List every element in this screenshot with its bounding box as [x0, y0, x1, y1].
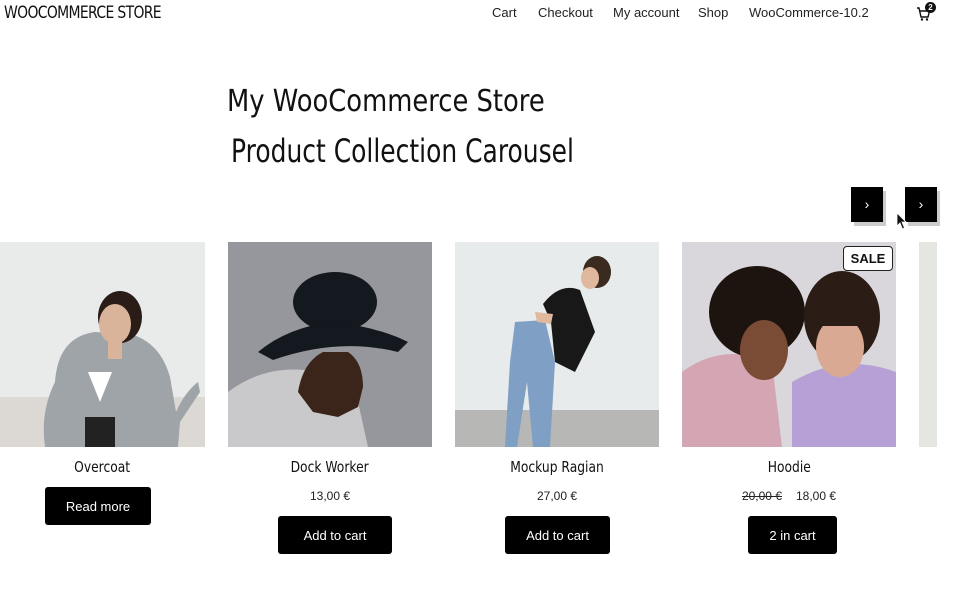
product-title[interactable]: Hoodie — [682, 458, 896, 476]
mini-cart-button[interactable]: 2 — [916, 2, 938, 22]
product-title[interactable]: Mockup Ragian — [455, 458, 659, 476]
nav-woocommerce-version[interactable]: WooCommerce-10.2 — [749, 5, 869, 20]
carousel-prev-button[interactable]: › — [851, 187, 883, 222]
sale-badge: SALE — [843, 246, 893, 271]
product-image-hoodie[interactable] — [682, 242, 896, 447]
nav-checkout[interactable]: Checkout — [538, 5, 593, 20]
product-title[interactable]: Dock Worker — [228, 458, 432, 476]
cart-count-badge: 2 — [925, 2, 936, 13]
nav-shop[interactable]: Shop — [698, 5, 728, 20]
carousel-next-button[interactable]: › — [905, 187, 937, 222]
product-price: 20,00 € 18,00 € — [682, 489, 896, 503]
product-title[interactable]: Overcoat — [0, 458, 205, 476]
product-card-overcoat: Overcoat Read more — [0, 242, 205, 572]
product-price: 27,00 € — [536, 489, 578, 503]
product-card-hoodie: Hoodie 20,00 € 18,00 € 2 in cart — [682, 242, 896, 572]
section-heading: Product Collection Carousel — [231, 132, 574, 170]
primary-nav: Cart Checkout My account Shop WooCommerc… — [0, 5, 958, 23]
product-image-mockup-ragian[interactable] — [455, 242, 659, 447]
product-price: 13,00 € — [309, 489, 351, 503]
mouse-cursor-icon — [896, 212, 907, 230]
product-image-dock-worker[interactable] — [228, 242, 432, 447]
read-more-button[interactable]: Read more — [45, 487, 151, 525]
page-title: My WooCommerce Store — [227, 84, 545, 119]
product-regular-price: 20,00 € — [741, 489, 782, 503]
product-image-overcoat[interactable] — [0, 242, 205, 447]
nav-my-account[interactable]: My account — [613, 5, 679, 20]
add-to-cart-button[interactable]: Add to cart — [505, 516, 610, 554]
nav-cart[interactable]: Cart — [492, 5, 517, 20]
add-to-cart-button[interactable]: Add to cart — [278, 516, 392, 554]
product-card-mockup-ragian: Mockup Ragian 27,00 € Add to cart — [455, 242, 659, 572]
product-image-partial[interactable] — [919, 242, 937, 447]
in-cart-button[interactable]: 2 in cart — [748, 516, 837, 554]
product-sale-price: 18,00 € — [796, 489, 837, 503]
product-card-dock-worker: Dock Worker 13,00 € Add to cart — [228, 242, 432, 572]
